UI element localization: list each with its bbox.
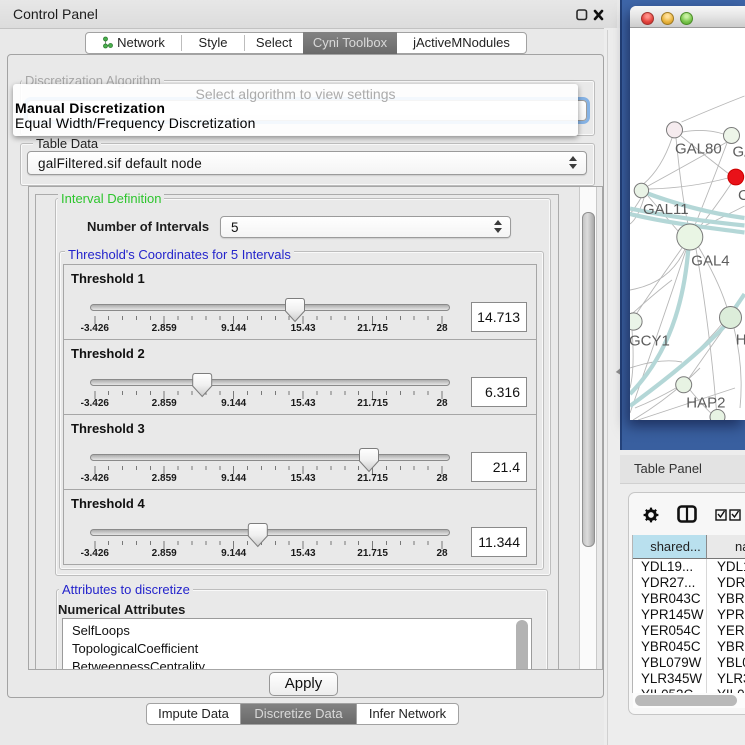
- svg-text:GAL4: GAL4: [691, 252, 729, 269]
- svg-text:GAL11: GAL11: [643, 201, 689, 218]
- svg-text:H: H: [736, 331, 745, 348]
- svg-text:2.859: 2.859: [152, 323, 177, 334]
- svg-text:C: C: [738, 187, 745, 204]
- svg-text:9.144: 9.144: [221, 473, 246, 484]
- svg-text:-3.426: -3.426: [81, 548, 110, 559]
- svg-text:21.715: 21.715: [357, 323, 388, 334]
- svg-text:9.144: 9.144: [221, 323, 246, 334]
- svg-text:GA: GA: [733, 144, 745, 161]
- svg-text:21.715: 21.715: [357, 398, 388, 409]
- svg-text:15.43: 15.43: [291, 548, 316, 559]
- svg-text:2.859: 2.859: [152, 473, 177, 484]
- svg-text:15.43: 15.43: [291, 398, 316, 409]
- svg-text:21.715: 21.715: [357, 548, 388, 559]
- svg-text:-3.426: -3.426: [81, 323, 110, 334]
- svg-text:15.43: 15.43: [291, 473, 316, 484]
- svg-text:15.43: 15.43: [291, 323, 316, 334]
- svg-text:2.859: 2.859: [152, 398, 177, 409]
- svg-text:28: 28: [436, 323, 448, 334]
- svg-text:-3.426: -3.426: [81, 473, 110, 484]
- svg-text:2.859: 2.859: [152, 548, 177, 559]
- svg-text:28: 28: [436, 548, 448, 559]
- svg-text:9.144: 9.144: [221, 548, 246, 559]
- svg-text:-3.426: -3.426: [81, 398, 110, 409]
- svg-text:28: 28: [436, 473, 448, 484]
- svg-text:GAL80: GAL80: [675, 141, 722, 158]
- svg-text:9.144: 9.144: [221, 398, 246, 409]
- svg-text:21.715: 21.715: [357, 473, 388, 484]
- svg-text:HAP2: HAP2: [686, 395, 725, 412]
- svg-text:GCY1: GCY1: [630, 333, 670, 350]
- svg-text:28: 28: [436, 398, 448, 409]
